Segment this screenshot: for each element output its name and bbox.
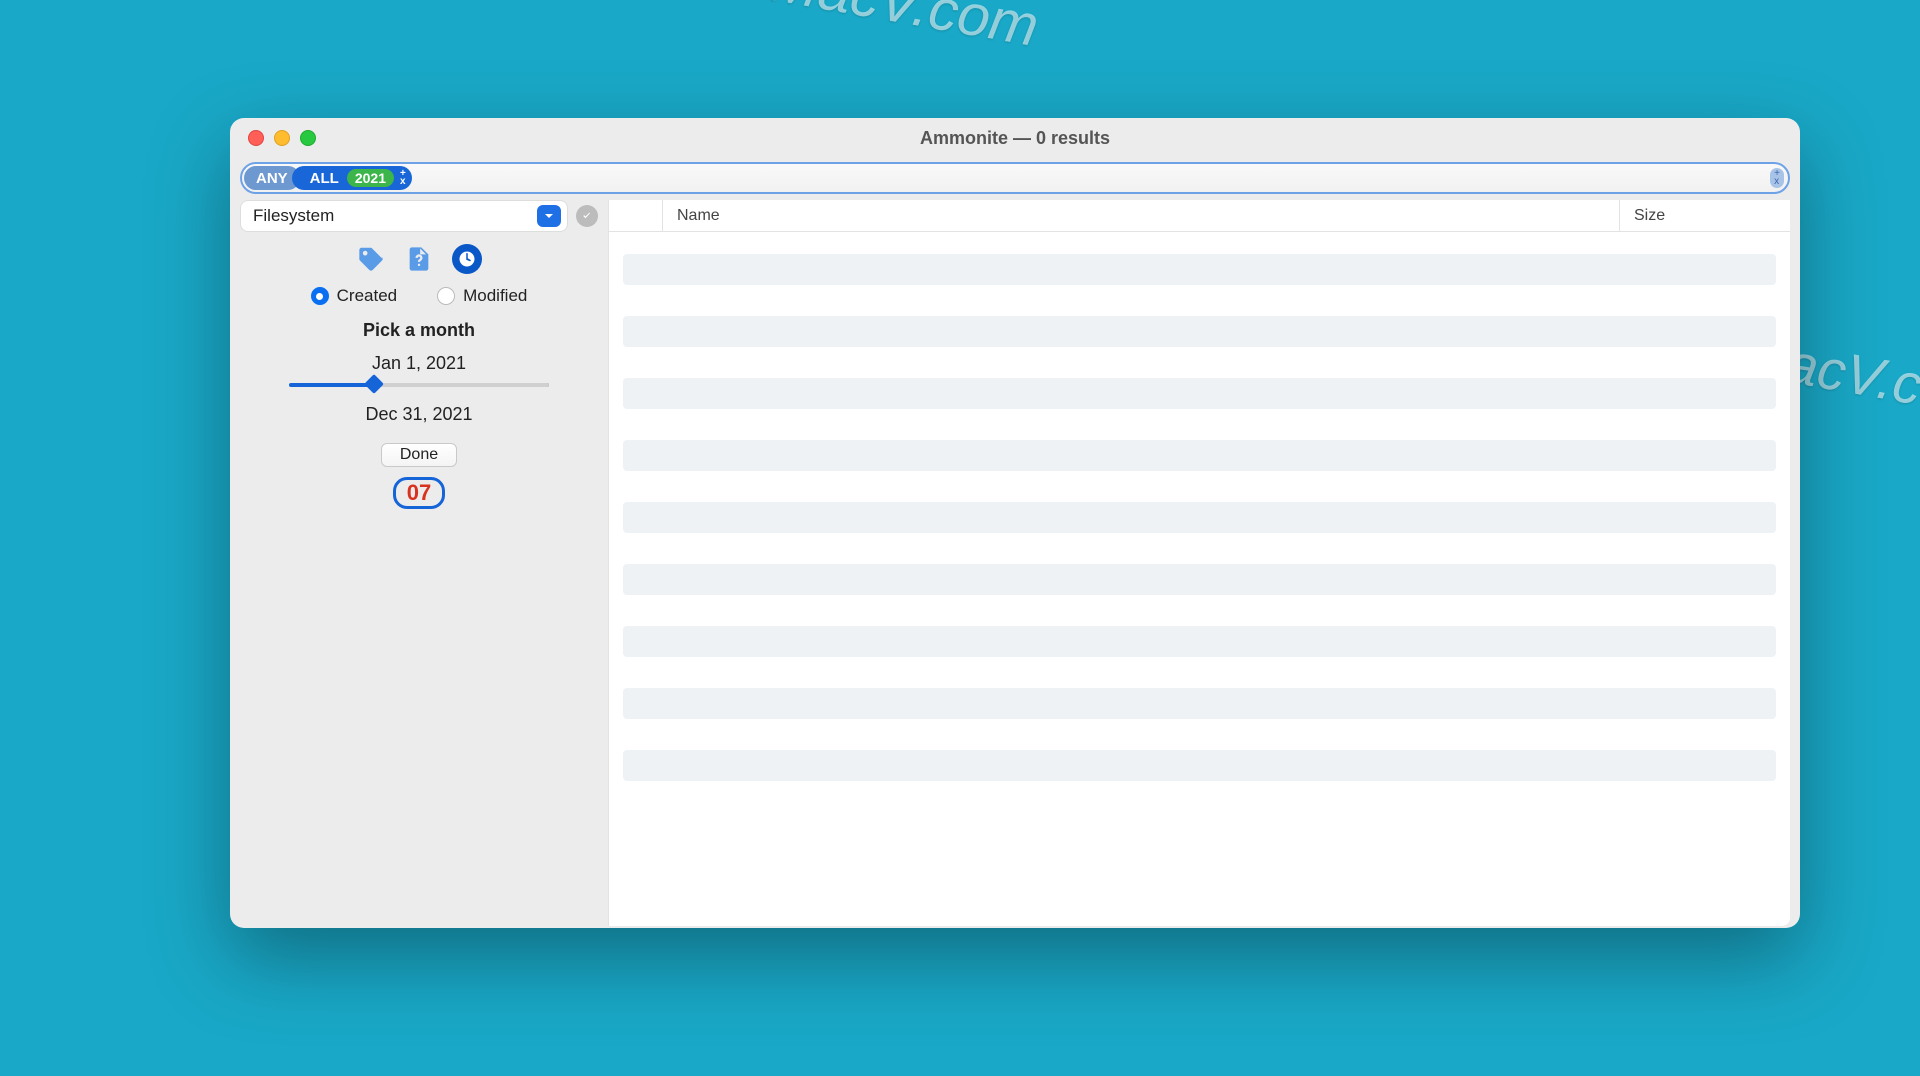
scope-value: Filesystem (253, 206, 537, 226)
month-badge[interactable]: 07 (393, 477, 445, 509)
table-row (623, 502, 1776, 533)
slider-thumb-icon[interactable] (364, 374, 384, 394)
date-type-radios: Created Modified (240, 286, 598, 306)
filter-tabs (240, 244, 598, 274)
table-row (623, 378, 1776, 409)
date-range-slider[interactable] (289, 378, 549, 392)
radio-created[interactable]: Created (311, 286, 397, 306)
watermark: MacV.com (766, 0, 1043, 60)
results-rows (609, 232, 1790, 926)
pick-month-heading: Pick a month (240, 320, 598, 341)
table-row (623, 440, 1776, 471)
radio-modified[interactable]: Modified (437, 286, 527, 306)
results-pane: Name Size (608, 200, 1790, 926)
done-button[interactable]: Done (381, 443, 457, 467)
table-row (623, 750, 1776, 781)
table-row (623, 254, 1776, 285)
filter-all-pill[interactable]: ALL 2021 + x (292, 166, 412, 190)
scope-confirm-icon[interactable] (576, 205, 598, 227)
date-end: Dec 31, 2021 (240, 404, 598, 425)
app-window: Ammonite — 0 results ANY ALL 2021 + x + … (230, 118, 1800, 928)
table-row (623, 626, 1776, 657)
filter-end-add-remove-icon[interactable]: + x (1770, 168, 1784, 188)
sidebar: Filesystem (230, 200, 608, 926)
radio-on-icon (311, 287, 329, 305)
results-header: Name Size (609, 200, 1790, 232)
radio-off-icon (437, 287, 455, 305)
filter-bar[interactable]: ANY ALL 2021 + x + x (240, 162, 1790, 194)
filter-all-label: ALL (304, 170, 345, 187)
column-name[interactable]: Name (663, 200, 1620, 231)
tag-icon[interactable] (356, 244, 386, 274)
scope-row: Filesystem (240, 200, 598, 232)
radio-modified-label: Modified (463, 286, 527, 306)
date-start: Jan 1, 2021 (240, 353, 598, 374)
table-row (623, 688, 1776, 719)
column-size[interactable]: Size (1620, 200, 1790, 231)
window-title: Ammonite — 0 results (230, 128, 1800, 149)
filter-year-chip[interactable]: 2021 (347, 169, 394, 187)
chevron-down-icon[interactable] (537, 205, 561, 227)
radio-created-label: Created (337, 286, 397, 306)
file-question-icon[interactable] (404, 244, 434, 274)
clock-icon[interactable] (452, 244, 482, 274)
scope-select[interactable]: Filesystem (240, 200, 568, 232)
filter-add-remove-icon[interactable]: + x (400, 170, 406, 186)
table-row (623, 316, 1776, 347)
titlebar: Ammonite — 0 results (230, 118, 1800, 158)
table-row (623, 564, 1776, 595)
column-icon[interactable] (609, 200, 663, 231)
